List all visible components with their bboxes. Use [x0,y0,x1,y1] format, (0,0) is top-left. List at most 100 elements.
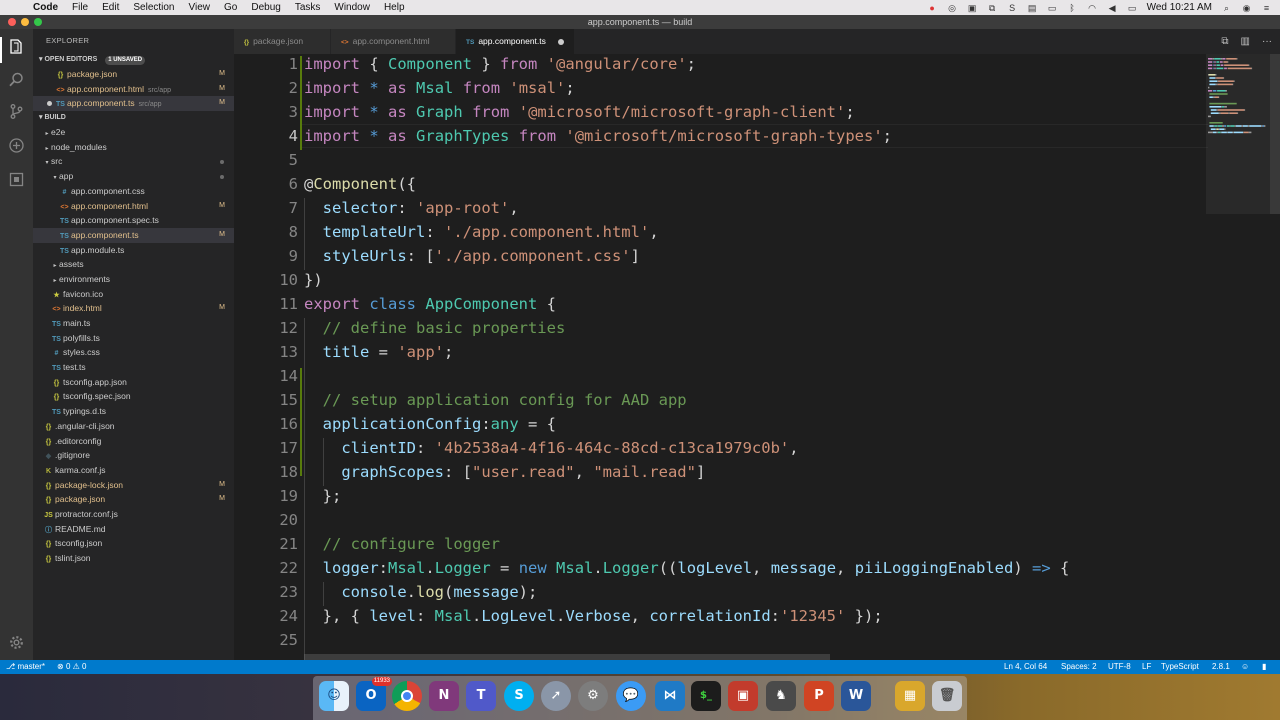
open-changes-icon[interactable]: ⧉ [1221,36,1228,47]
display-icon[interactable]: ▣ [967,3,978,13]
app-icon[interactable]: ♞ [766,681,796,711]
clock[interactable]: Wed 10:21 AM [1147,2,1212,13]
smiley-feedback-icon[interactable]: ☺ [1241,660,1249,674]
outlook-icon[interactable]: O 11933 [356,677,392,711]
code-line[interactable]: title = 'app'; [304,340,454,364]
open-editor-item[interactable]: {} package.json M [33,67,234,82]
line-endings[interactable]: LF [1142,660,1151,674]
code-line[interactable]: }, { level: Msal.LogLevel.Verbose, corre… [304,604,883,628]
typescript-version[interactable]: 2.8.1 [1212,660,1230,674]
file-item[interactable]: {} package.json M [33,492,234,507]
user-avatar-icon[interactable]: ◉ [1241,3,1252,13]
code-line[interactable]: selector: 'app-root', [304,196,519,220]
file-item[interactable]: TS main.ts [33,316,234,331]
chrome-icon[interactable] [392,681,422,711]
file-item[interactable]: {} tsconfig.spec.json [33,389,234,404]
skype-icon[interactable]: S [504,681,534,711]
onenote-icon[interactable]: N [429,681,459,711]
status-red-icon[interactable]: ● [927,3,938,13]
battery-icon[interactable]: ▭ [1127,3,1138,13]
split-editor-icon[interactable]: ▥ [1241,36,1250,47]
unsaved-dot-icon[interactable] [558,39,564,45]
source-control-icon[interactable] [8,103,25,120]
open-editor-item[interactable]: TS app.component.ts src/app M [33,96,234,112]
code-line[interactable]: }) [304,268,323,292]
more-actions-icon[interactable]: ··· [1262,36,1272,47]
code-line[interactable]: applicationConfig:any = { [304,412,556,436]
menu-debug[interactable]: Debug [244,0,287,15]
encoding[interactable]: UTF-8 [1108,660,1131,674]
problems-indicator[interactable]: ⊗ 0 ⚠ 0 [57,660,86,674]
file-item[interactable]: TS typings.d.ts [33,404,234,419]
clipboard-icon[interactable]: ▤ [1027,3,1038,13]
code-line[interactable]: templateUrl: './app.component.html', [304,220,659,244]
code-line[interactable]: import * as GraphTypes from '@microsoft/… [304,124,892,148]
vertical-scrollbar[interactable] [1270,54,1280,214]
file-item[interactable]: JS protractor.conf.js [33,507,234,522]
vmware-icon[interactable]: ▣ [728,681,758,711]
git-branch[interactable]: ⎇ master* [6,660,45,674]
file-item[interactable]: TS app.component.spec.ts [33,213,234,228]
file-item[interactable]: {} tslint.json [33,551,234,566]
language-mode[interactable]: TypeScript [1161,660,1199,674]
file-item[interactable]: ★ favicon.ico [33,287,234,302]
project-folder-header[interactable]: ▾ BUILD [33,111,234,126]
folder-item[interactable]: ▸ node_modules [33,140,234,155]
messages-icon[interactable]: 💬 [616,681,646,711]
open-editors-header[interactable]: ▾ OPEN EDITORS 1 UNSAVED [33,53,234,67]
debug-icon[interactable] [8,137,25,154]
menu-help[interactable]: Help [377,0,412,15]
system-preferences-icon[interactable]: ⚙ [578,681,608,711]
code-line[interactable]: clientID: '4b2538a4-4f16-464c-88cd-c13ca… [304,436,798,460]
skype-tray-icon[interactable]: S [1007,3,1018,13]
file-item[interactable]: {} package-lock.json M [33,478,234,493]
menu-view[interactable]: View [182,0,218,15]
code-line[interactable]: console.log(message); [304,580,537,604]
code-line[interactable]: import { Component } from '@angular/core… [304,54,696,76]
code-line[interactable]: }; [304,484,342,508]
powerpoint-icon[interactable]: P [804,681,834,711]
wifi-icon[interactable]: ◠ [1087,3,1098,13]
trash-icon[interactable]: 🗑 [932,681,962,711]
tab-app-component-html[interactable]: <> app.component.html [331,29,455,54]
cursor-position[interactable]: Ln 4, Col 64 [1004,660,1047,674]
zoom-window-button[interactable] [34,18,42,26]
code-line[interactable]: export class AppComponent { [304,292,556,316]
tab-package-json[interactable]: {} package.json [234,29,330,54]
code-editor[interactable]: 1 2 3 4 5 6 7 8 9 10 11 12 13 14 15 16 17 18 19 20 21 22 23 24 2… [234,54,1280,660]
file-item[interactable]: # styles.css [33,345,234,360]
file-item[interactable]: Kkarma.conf.js [33,463,234,478]
file-item[interactable]: <> index.html M [33,301,234,316]
menu-window[interactable]: Window [327,0,377,15]
code-line[interactable]: logger:Msal.Logger = new Msal.Logger((lo… [304,556,1070,580]
tab-app-component-ts[interactable]: TS app.component.ts [456,29,574,54]
menu-file[interactable]: File [65,0,95,15]
vscode-icon[interactable]: ⋈ [655,681,685,711]
finder-icon[interactable]: ☺ [319,681,349,711]
search-icon[interactable] [8,71,25,88]
notification-center-icon[interactable]: ≡ [1261,3,1272,13]
menu-tasks[interactable]: Tasks [288,0,328,15]
file-item[interactable]: ⓘ README.md [33,522,234,537]
folder-item[interactable]: ▸ assets [33,257,234,272]
unsaved-dot-icon[interactable] [47,101,52,107]
indentation[interactable]: Spaces: 2 [1061,660,1097,674]
file-item[interactable]: TS app.module.ts [33,243,234,258]
notifications-bell-icon[interactable]: ▮ [1262,660,1266,674]
folder-item[interactable]: ▾ app [33,169,234,184]
teams-icon[interactable]: T [466,681,496,711]
menu-selection[interactable]: Selection [126,0,181,15]
file-item[interactable]: TS polyfills.ts [33,331,234,346]
chrome-tray-icon[interactable]: ◎ [947,3,958,13]
menu-app-name[interactable]: Code [26,0,65,15]
file-item[interactable]: {} .angular-cli.json [33,419,234,434]
menu-edit[interactable]: Edit [95,0,126,15]
file-item[interactable]: TS test.ts [33,360,234,375]
file-item[interactable]: ◆ .gitignore [33,448,234,463]
code-line[interactable]: // define basic properties [304,316,566,340]
code-line[interactable]: // configure logger [304,532,500,556]
code-line[interactable]: @Component({ [304,172,416,196]
extensions-icon[interactable] [8,171,25,188]
code-line[interactable]: import * as Graph from '@microsoft/micro… [304,100,855,124]
code-line[interactable]: styleUrls: ['./app.component.css'] [304,244,640,268]
